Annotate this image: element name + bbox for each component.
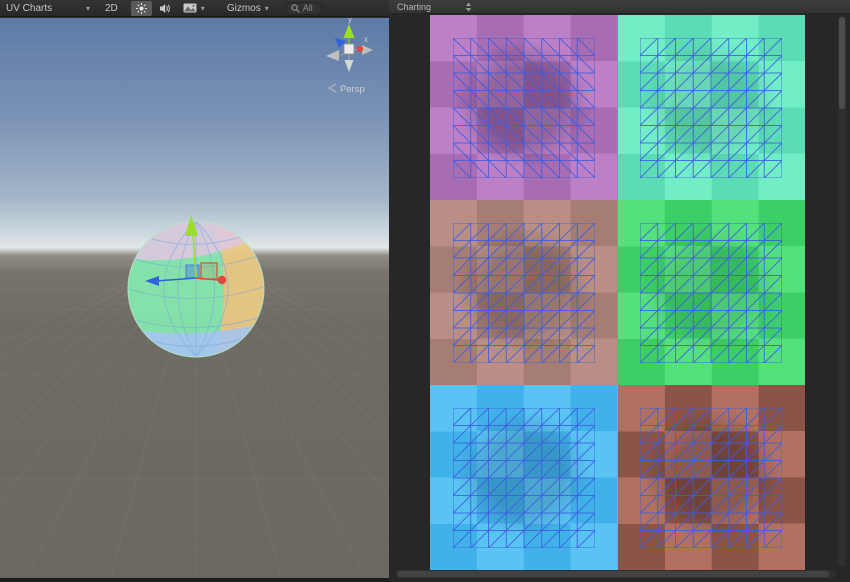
persp-label: Persp [340, 84, 365, 95]
scene-lighting-toggle[interactable] [131, 1, 152, 16]
uv-chart-quadrant-blue [430, 385, 618, 570]
2d-toggle-button[interactable]: 2D [100, 1, 123, 16]
draw-mode-label: UV Charts [6, 3, 52, 14]
wireframe-grid-green [640, 223, 782, 363]
magnifier-icon [291, 4, 300, 13]
chevron-down-icon: ▾ [201, 4, 205, 13]
speaker-icon [159, 3, 171, 14]
gizmos-dropdown[interactable]: Gizmos ▾ [221, 0, 275, 17]
axis-neg-z-cone[interactable] [326, 50, 339, 61]
scene-search-field[interactable]: All [285, 2, 322, 15]
axis-neg-x-cone[interactable] [362, 45, 373, 55]
axis-y-label: y [348, 18, 352, 24]
move-gizmo-plane-handle[interactable] [201, 263, 217, 279]
gizmo-center-cube[interactable] [344, 44, 354, 54]
charting-mode-label: Charting [397, 2, 431, 12]
move-gizmo-xy-plane-handle[interactable] [186, 265, 199, 278]
projection-toggle[interactable]: Persp [329, 84, 365, 95]
scene-audio-toggle[interactable] [154, 1, 176, 16]
wireframe-grid-purple [453, 38, 595, 178]
search-placeholder: All [303, 3, 313, 13]
vertical-scrollbar[interactable] [838, 16, 846, 566]
axis-neg-y-cone[interactable] [345, 60, 354, 72]
persp-chevron-icon [329, 84, 336, 92]
charting-mode-dropdown[interactable]: Charting [389, 0, 472, 14]
scene-orientation-gizmo[interactable]: y x [326, 18, 373, 72]
scene-toolbar: UV Charts ▾ 2D [0, 0, 389, 17]
charting-panel: Charting [389, 0, 850, 582]
scene-view-panel: UV Charts ▾ 2D [0, 0, 389, 578]
uv-chart-quadrant-brown [430, 200, 618, 385]
scene-effects-dropdown[interactable]: ▾ [178, 1, 210, 16]
updown-arrows-icon [465, 2, 472, 12]
wireframe-grid-red [640, 408, 782, 548]
image-icon [183, 3, 197, 13]
move-gizmo-x-handle[interactable] [218, 276, 226, 284]
uv-chart-quadrant-teal [618, 15, 806, 200]
wireframe-grid-blue [453, 408, 595, 548]
chevron-down-icon: ▾ [86, 4, 90, 13]
chevron-down-icon: ▾ [265, 4, 269, 13]
vertical-scrollbar-thumb[interactable] [839, 17, 845, 109]
charting-header: Charting [389, 0, 850, 14]
wireframe-grid-teal [640, 38, 782, 178]
uv-chart-quadrant-red [618, 385, 806, 570]
axis-x-handle[interactable] [357, 46, 363, 52]
scene-viewport[interactable]: y x Persp [0, 18, 389, 578]
uv-chart-quadrant-green [618, 200, 806, 385]
sun-icon [136, 3, 147, 14]
uv-chart-grid [430, 15, 805, 570]
uv-chart-quadrant-purple [430, 15, 618, 200]
wireframe-grid-brown [453, 223, 595, 363]
axis-x-label: x [364, 35, 368, 44]
axis-y-cone[interactable] [344, 24, 355, 38]
horizontal-scrollbar[interactable] [396, 570, 836, 578]
draw-mode-dropdown[interactable]: UV Charts ▾ [0, 0, 96, 17]
horizontal-scrollbar-thumb[interactable] [397, 571, 829, 577]
